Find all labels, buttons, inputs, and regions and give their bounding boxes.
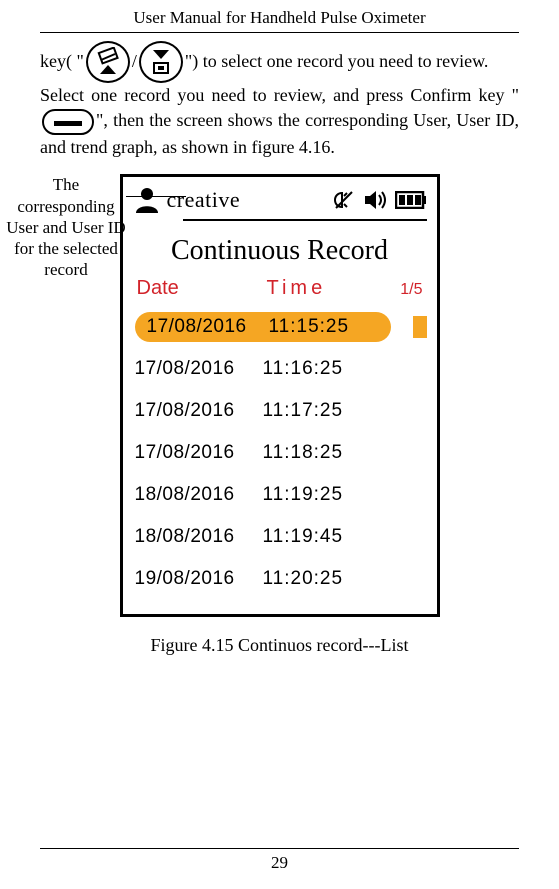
record-date: 17/08/2016 <box>135 358 263 380</box>
text-post-key: ") to select one record you need to revi… <box>185 49 489 74</box>
record-date: 17/08/2016 <box>135 400 263 422</box>
record-date: 19/08/2016 <box>135 568 263 590</box>
text-line2b: ", then the screen shows the correspondi… <box>40 110 519 157</box>
logo-person-icon <box>133 186 161 214</box>
list-item[interactable]: 17/08/2016 11:16:25 <box>135 348 425 390</box>
record-time: 11:19:25 <box>263 484 373 506</box>
text-line-2: Select one record you need to review, an… <box>40 83 519 160</box>
record-date: 18/08/2016 <box>135 526 263 548</box>
body-text: key( " / ") to select one record you nee… <box>40 41 519 160</box>
text-pre-key: key( " <box>40 49 84 74</box>
column-headers: Date Time 1/5 <box>123 277 437 300</box>
selection-marker <box>413 316 427 338</box>
down-key-icon <box>139 41 183 83</box>
text-line-1: key( " / ") to select one record you nee… <box>40 41 519 83</box>
mute-icon <box>333 189 355 211</box>
list-item[interactable]: 19/08/2016 11:20:25 <box>135 558 425 600</box>
status-right <box>333 189 427 211</box>
figure-area: The corresponding User and User ID for t… <box>40 174 519 656</box>
list-item[interactable]: 18/08/2016 11:19:25 <box>135 474 425 516</box>
record-time: 11:15:25 <box>269 316 379 338</box>
up-key-icon <box>86 41 130 83</box>
text-slash: / <box>132 49 137 74</box>
page-indicator: 1/5 <box>400 281 422 299</box>
confirm-key-icon <box>42 109 94 135</box>
speaker-icon <box>363 189 387 211</box>
status-bar: creative <box>123 177 437 219</box>
record-time: 11:18:25 <box>263 442 373 464</box>
column-date: Date <box>137 277 267 300</box>
text-line2a: Select one record you need to review, an… <box>40 85 519 105</box>
record-date: 17/08/2016 <box>135 442 263 464</box>
record-time: 11:20:25 <box>263 568 373 590</box>
logo-text: creative <box>167 187 241 213</box>
annotation-leader-line <box>126 196 186 197</box>
record-list: 17/08/2016 11:15:25 17/08/2016 11:16:25 … <box>123 300 437 614</box>
page-header: User Manual for Handheld Pulse Oximeter <box>40 0 519 33</box>
page-number: 29 <box>0 853 559 873</box>
record-time: 11:19:45 <box>263 526 373 548</box>
record-time: 11:17:25 <box>263 400 373 422</box>
list-item[interactable]: 18/08/2016 11:19:45 <box>135 516 425 558</box>
list-item[interactable]: 17/08/2016 11:17:25 <box>135 390 425 432</box>
list-item[interactable]: 17/08/2016 11:18:25 <box>135 432 425 474</box>
footer-rule <box>40 848 519 849</box>
battery-icon <box>395 191 427 209</box>
record-time: 11:16:25 <box>263 358 373 380</box>
record-date: 17/08/2016 <box>147 316 269 338</box>
header-rule <box>40 32 519 33</box>
column-time: Time <box>267 277 377 300</box>
selected-pill: 17/08/2016 11:15:25 <box>135 312 391 342</box>
status-left: creative <box>133 186 241 214</box>
list-item[interactable]: 17/08/2016 11:15:25 <box>135 306 425 348</box>
figure-caption: Figure 4.15 Continuos record---List <box>40 635 519 656</box>
header-title: User Manual for Handheld Pulse Oximeter <box>40 0 519 28</box>
annotation-label: The corresponding User and User ID for t… <box>6 174 126 280</box>
device-screen: creative <box>120 174 440 617</box>
screen-title: Continuous Record <box>123 221 437 277</box>
record-date: 18/08/2016 <box>135 484 263 506</box>
